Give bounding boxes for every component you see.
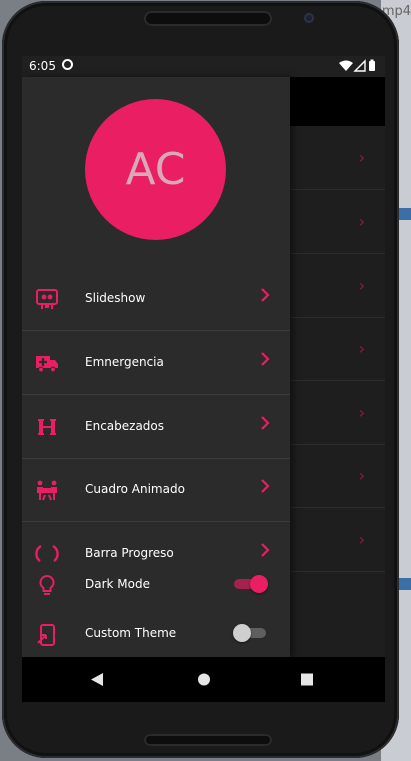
bottom-speaker [144, 734, 272, 746]
recents-button[interactable] [277, 657, 337, 702]
menu-item-cuadro-animado[interactable]: Cuadro Animado [22, 458, 290, 522]
background-app-bar [290, 77, 385, 126]
dark-mode-switch[interactable] [234, 575, 268, 593]
navigation-drawer: AC Slideshow Emnergencia Encabezados Cua… [22, 77, 290, 657]
chevron-right-icon: › [358, 339, 365, 358]
front-camera [304, 13, 314, 23]
lightbulb-icon [39, 574, 55, 595]
home-button[interactable] [174, 657, 234, 702]
background-list-row[interactable]: › [290, 190, 385, 254]
system-navigation-bar [22, 657, 385, 702]
background-list-row[interactable]: › [290, 317, 385, 381]
chevron-right-icon [261, 543, 270, 557]
custom-theme-switch[interactable] [233, 624, 266, 642]
battery-icon [369, 59, 375, 71]
chevron-right-icon: › [358, 403, 365, 422]
top-speaker [144, 11, 272, 26]
header-h-icon [38, 419, 56, 435]
background-list-row[interactable]: › [290, 508, 385, 572]
status-bar: 6:05 [22, 56, 385, 77]
menu-item-label: Barra Progreso [85, 546, 174, 560]
menu-item-encabezados[interactable]: Encabezados [22, 395, 290, 459]
chevron-right-icon: › [358, 276, 365, 295]
status-icons [339, 59, 375, 72]
avatar[interactable]: AC [85, 99, 226, 240]
ambulance-icon [36, 356, 58, 373]
chevron-right-icon [261, 416, 270, 430]
slideshow-icon [36, 289, 58, 309]
custom-theme-label: Custom Theme [85, 626, 177, 640]
people-animated-icon [37, 480, 57, 501]
signal-icon [353, 59, 366, 72]
status-time: 6:05 [29, 59, 56, 73]
progress-ring-icon [35, 544, 59, 562]
home-circle-icon [198, 673, 210, 686]
background-list-row[interactable]: › [290, 126, 385, 190]
back-triangle-icon [91, 673, 103, 686]
background-list-row[interactable]: › [290, 254, 385, 318]
chevron-right-icon: › [358, 466, 365, 485]
device-screen: 6:05 › › › › › › › AC Slideshow Emnergen… [22, 56, 385, 702]
chevron-right-icon: › [358, 212, 365, 231]
menu-item-slideshow[interactable]: Slideshow [22, 267, 290, 331]
menu-item-label: Slideshow [85, 291, 146, 305]
background-list-screen: › › › › › › › [290, 77, 385, 657]
dark-mode-row[interactable]: Dark Mode [22, 564, 290, 604]
phone-theme-icon [37, 624, 55, 646]
wifi-icon [339, 60, 353, 71]
phone-frame: 6:05 › › › › › › › AC Slideshow Emnergen… [2, 1, 399, 758]
chevron-right-icon: › [358, 530, 365, 549]
back-button[interactable] [67, 657, 127, 702]
recents-square-icon [301, 673, 313, 686]
dark-mode-label: Dark Mode [85, 577, 150, 591]
menu-item-label: Encabezados [85, 419, 165, 433]
switch-knob[interactable] [250, 575, 268, 593]
menu-item-emnergencia[interactable]: Emnergencia [22, 331, 290, 395]
menu-item-label: Emnergencia [85, 355, 164, 369]
background-list-row[interactable]: › [290, 381, 385, 445]
sync-icon [62, 59, 73, 70]
chevron-right-icon [261, 352, 270, 366]
background-list-row[interactable]: › [290, 444, 385, 508]
chevron-right-icon: › [358, 148, 365, 167]
chevron-right-icon [261, 479, 270, 493]
switch-knob[interactable] [233, 624, 251, 642]
custom-theme-row[interactable]: Custom Theme [22, 613, 290, 653]
menu-item-label: Cuadro Animado [85, 482, 185, 496]
chevron-right-icon [261, 288, 270, 302]
